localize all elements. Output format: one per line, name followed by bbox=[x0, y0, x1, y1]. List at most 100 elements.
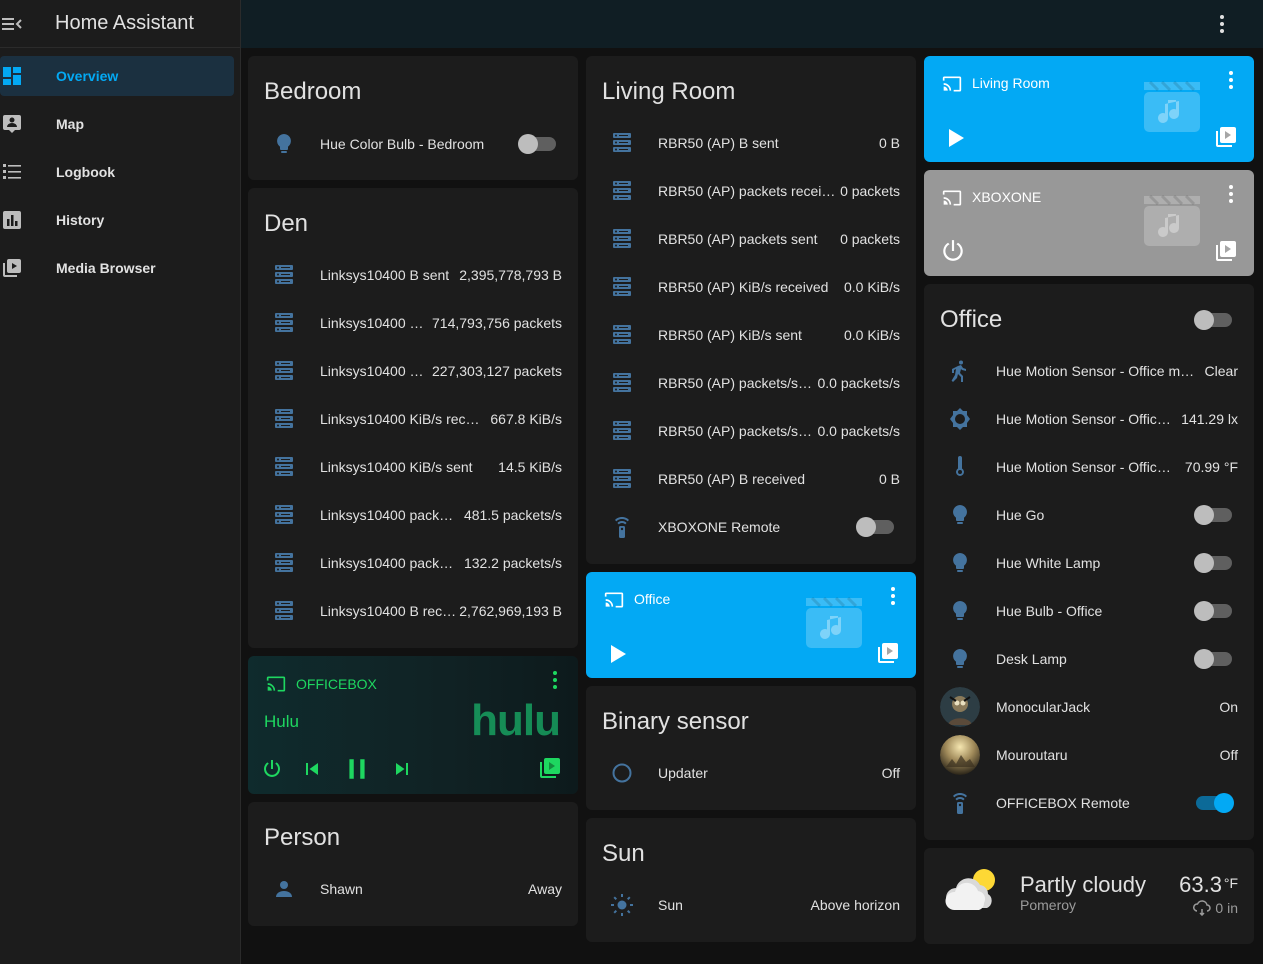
sidebar-item-map[interactable]: Map bbox=[0, 104, 234, 144]
toggle-switch[interactable] bbox=[1194, 601, 1232, 621]
entity-row[interactable]: Linksys10400 B rec… 2,762,969,193 B bbox=[264, 591, 562, 631]
media-player-name: Office bbox=[634, 591, 671, 607]
cast-icon bbox=[604, 592, 624, 608]
server-network-icon bbox=[275, 409, 293, 428]
entity-row[interactable]: RBR50 (AP) B received 0 B bbox=[602, 459, 900, 499]
weather-condition: Partly cloudy bbox=[1020, 872, 1146, 897]
card-title: Den bbox=[264, 210, 309, 237]
entity-row[interactable]: RBR50 (AP) KiB/s sent 0.0 KiB/s bbox=[602, 315, 900, 355]
living-room-card: Living Room RBR50 (AP) B sent 0 B RBR50 (… bbox=[586, 56, 916, 564]
entity-row[interactable]: Updater Off bbox=[602, 753, 900, 793]
header-toggle-switch[interactable] bbox=[1194, 310, 1232, 330]
entity-name: XBOXONE Remote bbox=[658, 519, 781, 535]
entity-name: MonocularJack bbox=[996, 699, 1091, 715]
more-options-icon[interactable] bbox=[890, 586, 896, 606]
entity-row[interactable]: Sun Above horizon bbox=[602, 885, 900, 925]
play-icon[interactable] bbox=[944, 126, 968, 150]
toggle-switch[interactable] bbox=[1194, 505, 1232, 525]
server-network-icon bbox=[275, 457, 293, 476]
entity-name: Linksys10400 … bbox=[320, 363, 424, 379]
weather-card[interactable]: Partly cloudy Pomeroy 63.3 °F 0 in bbox=[924, 848, 1254, 944]
lightbulb-icon bbox=[953, 649, 967, 668]
sidebar-item-overview[interactable]: Overview bbox=[0, 56, 234, 96]
media-browse-icon[interactable] bbox=[876, 641, 900, 665]
entity-row[interactable]: Hue Bulb - Office bbox=[940, 591, 1238, 631]
entity-row[interactable]: RBR50 (AP) KiB/s received 0.0 KiB/s bbox=[602, 267, 900, 307]
entity-name: RBR50 (AP) packets sent bbox=[658, 231, 818, 247]
toggle-switch[interactable] bbox=[1196, 793, 1234, 813]
media-browse-icon[interactable] bbox=[1214, 239, 1238, 263]
media-player-name: OFFICEBOX bbox=[296, 676, 377, 692]
media-browse-icon[interactable] bbox=[1214, 125, 1238, 149]
server-network-icon bbox=[275, 313, 293, 332]
entity-row[interactable]: Hue Go bbox=[940, 495, 1238, 535]
sidebar-item-label: Logbook bbox=[56, 164, 116, 180]
cast-icon bbox=[266, 676, 286, 692]
entity-name: Desk Lamp bbox=[996, 651, 1067, 667]
entity-row[interactable]: Desk Lamp bbox=[940, 639, 1238, 679]
entity-row[interactable]: OFFICEBOX Remote bbox=[940, 783, 1238, 823]
toggle-switch[interactable] bbox=[1194, 553, 1232, 573]
card-title: Sun bbox=[602, 840, 645, 867]
entity-row[interactable]: Linksys10400 … 227,303,127 packets bbox=[264, 351, 562, 391]
more-options-icon[interactable] bbox=[552, 670, 558, 690]
entity-value: 2,762,969,193 B bbox=[459, 603, 562, 619]
next-track-icon[interactable] bbox=[390, 757, 414, 781]
entity-row[interactable]: Hue Color Bulb - Bedroom bbox=[264, 124, 562, 164]
entity-row[interactable]: Linksys10400 … 714,793,756 packets bbox=[264, 303, 562, 343]
more-options-icon[interactable] bbox=[1228, 184, 1234, 204]
entity-value: 0 packets bbox=[840, 231, 900, 247]
sidebar-item-logbook[interactable]: Logbook bbox=[0, 152, 234, 192]
entity-row[interactable]: Hue White Lamp bbox=[940, 543, 1238, 583]
entity-row[interactable]: RBR50 (AP) packets recei… 0 packets bbox=[602, 171, 900, 211]
toggle-switch[interactable] bbox=[1194, 649, 1232, 669]
sidebar-item-history[interactable]: History bbox=[0, 200, 234, 240]
entity-row[interactable]: RBR50 (AP) B sent 0 B bbox=[602, 123, 900, 163]
entity-row[interactable]: Linksys10400 pack… 481.5 packets/s bbox=[264, 495, 562, 535]
media-browse-icon[interactable] bbox=[538, 756, 562, 780]
entity-value: Clear bbox=[1204, 363, 1238, 379]
entity-row[interactable]: Shawn Away bbox=[264, 869, 562, 909]
more-options-icon[interactable] bbox=[1217, 12, 1227, 36]
sidebar-item-label: Overview bbox=[56, 68, 119, 84]
entity-row[interactable]: Hue Motion Sensor - Office… 141.29 lx bbox=[940, 399, 1238, 439]
remote-icon bbox=[953, 793, 967, 814]
server-network-icon bbox=[275, 265, 293, 284]
entity-name: Hue Bulb - Office bbox=[996, 603, 1103, 619]
entity-row[interactable]: Linksys10400 KiB/s rec… 667.8 KiB/s bbox=[264, 399, 562, 439]
toggle-switch[interactable] bbox=[856, 517, 894, 537]
entity-row[interactable]: Hue Motion Sensor - Office mo… Clear bbox=[940, 351, 1238, 391]
binary-sensor-card: Binary sensor Updater Off bbox=[586, 686, 916, 810]
toggle-switch[interactable] bbox=[518, 134, 556, 154]
play-icon[interactable] bbox=[606, 642, 630, 666]
menu-toggle-icon[interactable] bbox=[2, 13, 24, 35]
entity-name: Linksys10400 B rec… bbox=[320, 603, 457, 619]
user-avatar bbox=[940, 735, 980, 775]
weather-precipitation: 0 in bbox=[1193, 900, 1238, 916]
entity-row[interactable]: RBR50 (AP) packets/s… 0.0 packets/s bbox=[602, 363, 900, 403]
entity-name: RBR50 (AP) packets/s… bbox=[658, 375, 813, 391]
power-icon[interactable] bbox=[940, 238, 966, 264]
entity-value: 141.29 lx bbox=[1181, 411, 1238, 427]
walk-icon bbox=[951, 360, 966, 382]
entity-row[interactable]: Linksys10400 B sent 2,395,778,793 B bbox=[264, 255, 562, 295]
media-placeholder-art-icon bbox=[804, 596, 864, 650]
entity-row[interactable]: RBR50 (AP) packets/s… 0.0 packets/s bbox=[602, 411, 900, 451]
entity-name: Linksys10400 KiB/s rec… bbox=[320, 411, 480, 427]
entity-row[interactable]: MonocularJack On bbox=[940, 687, 1238, 727]
entity-row[interactable]: Mouroutaru Off bbox=[940, 735, 1238, 775]
entity-value: 0 packets bbox=[840, 183, 900, 199]
lightbulb-icon bbox=[953, 553, 967, 572]
entity-row[interactable]: XBOXONE Remote bbox=[602, 507, 900, 547]
entity-row[interactable]: Hue Motion Sensor - Office … 70.99 °F bbox=[940, 447, 1238, 487]
pause-icon[interactable] bbox=[344, 756, 370, 782]
power-icon[interactable] bbox=[260, 757, 284, 781]
more-options-icon[interactable] bbox=[1228, 70, 1234, 90]
server-network-icon bbox=[613, 325, 631, 344]
entity-row[interactable]: RBR50 (AP) packets sent 0 packets bbox=[602, 219, 900, 259]
previous-track-icon[interactable] bbox=[300, 757, 324, 781]
entity-row[interactable]: Linksys10400 KiB/s sent 14.5 KiB/s bbox=[264, 447, 562, 487]
sidebar-item-media-browser[interactable]: Media Browser bbox=[0, 248, 234, 288]
entity-row[interactable]: Linksys10400 pack… 132.2 packets/s bbox=[264, 543, 562, 583]
entity-name: Hue Motion Sensor - Office mo… bbox=[996, 363, 1196, 379]
